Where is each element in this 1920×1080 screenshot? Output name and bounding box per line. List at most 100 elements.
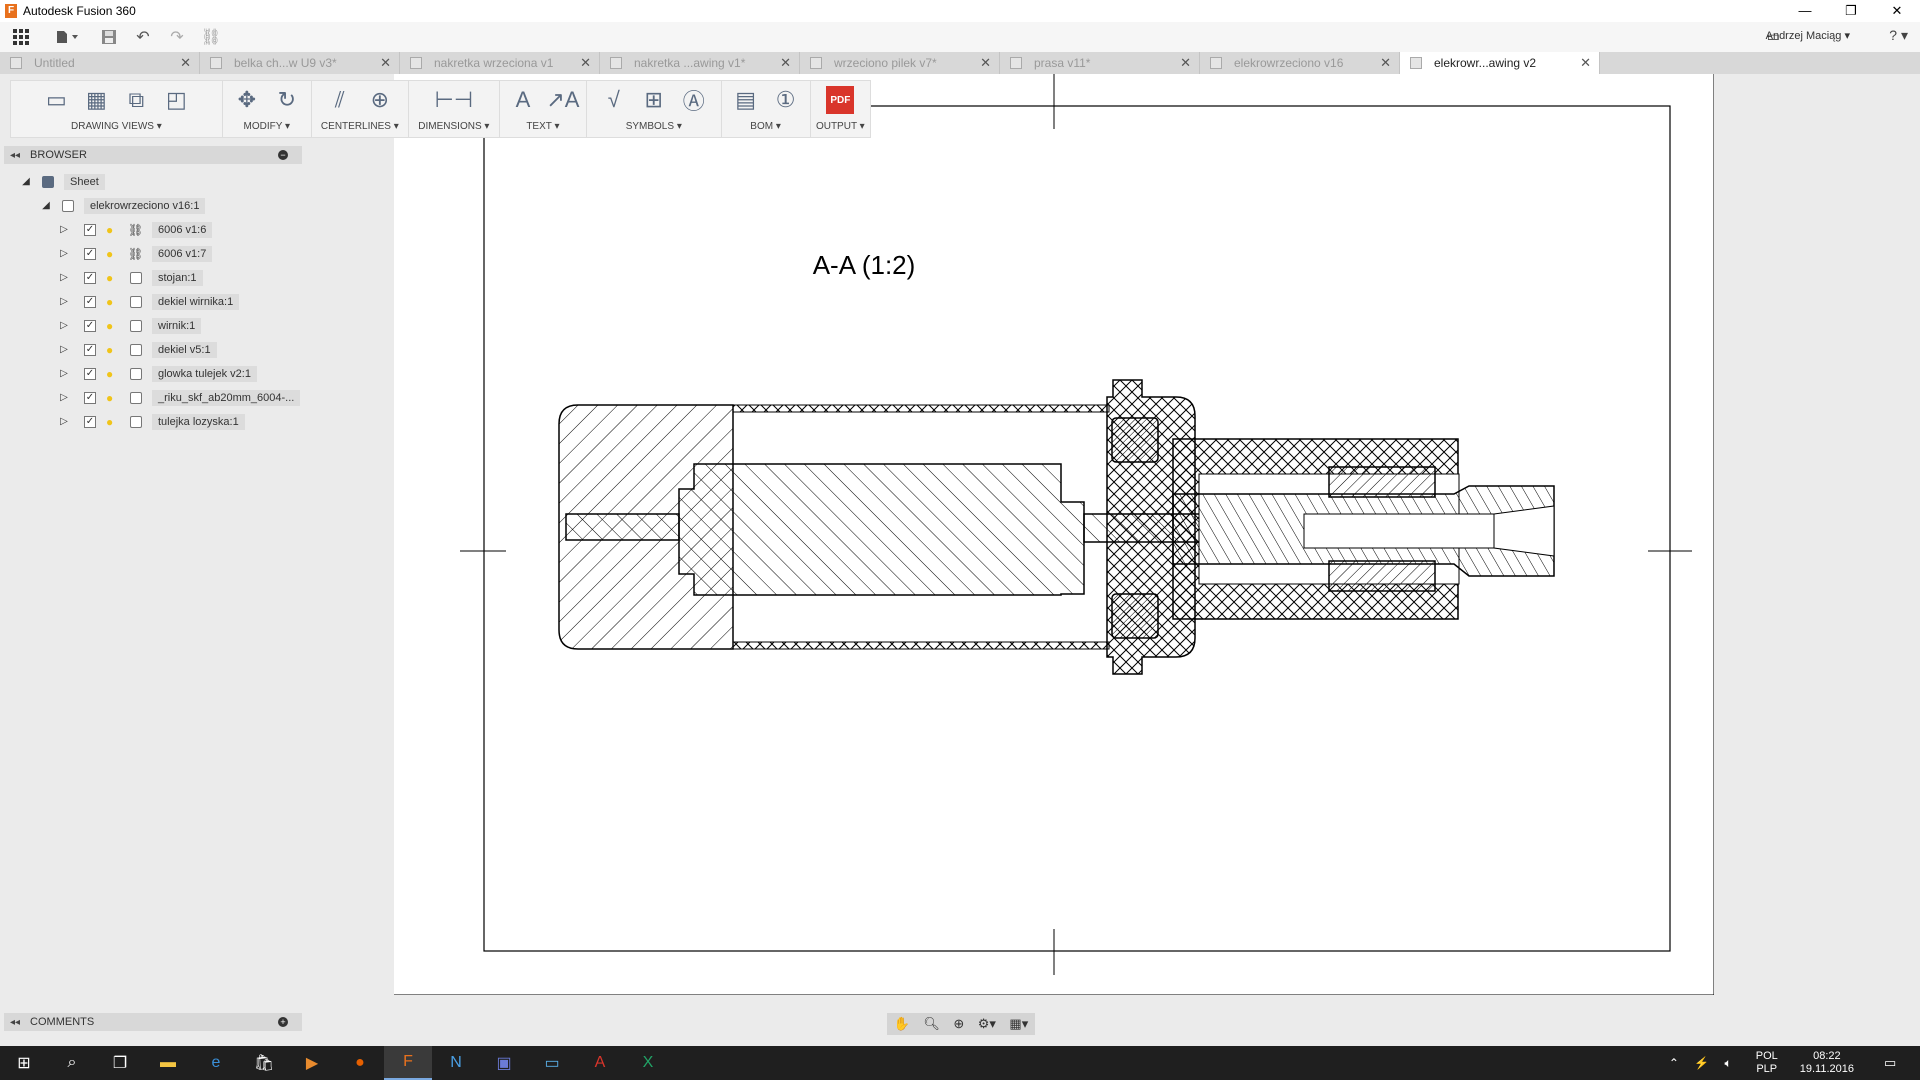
fusion-taskbar-icon[interactable]: F <box>384 1046 432 1080</box>
tray-icons[interactable]: ⌃ ⚡ 🔈︎ <box>1669 1056 1738 1071</box>
dimension-icon[interactable]: ⊢⊣ <box>434 83 474 117</box>
tree-item[interactable]: ▷ ✓ ● dekiel v5:1 <box>58 340 217 360</box>
start-icon[interactable]: ⊞ <box>0 1046 48 1080</box>
link-icon[interactable]: ⛓ <box>194 23 228 51</box>
restore-button[interactable]: ❐ <box>1828 0 1874 22</box>
close-icon[interactable]: ✕ <box>380 55 391 71</box>
lightbulb-icon[interactable]: ● <box>106 224 118 236</box>
sheet-settings-icon[interactable]: ▦▾ <box>1009 1016 1028 1032</box>
tree-item[interactable]: ▷ ✓ ● glowka tulejek v2:1 <box>58 364 257 384</box>
close-icon[interactable]: ✕ <box>1580 55 1591 71</box>
close-icon[interactable]: ✕ <box>980 55 991 71</box>
group-label[interactable]: TEXT ▾ <box>526 119 559 135</box>
tree-item[interactable]: ▷ ✓ ● tulejka lozyska:1 <box>58 412 245 432</box>
notification-icon[interactable]: ▭ <box>1884 1055 1908 1071</box>
datum-icon[interactable]: Ⓐ <box>674 83 714 117</box>
group-label[interactable]: CENTERLINES ▾ <box>321 119 399 135</box>
lightbulb-icon[interactable]: ● <box>106 416 118 428</box>
group-label[interactable]: OUTPUT ▾ <box>816 119 865 135</box>
group-label[interactable]: BOM ▾ <box>750 119 781 135</box>
tab-elekrowrzeciono[interactable]: elekrowrzeciono v16 ✕ <box>1200 52 1400 74</box>
close-button[interactable]: ✕ <box>1874 0 1920 22</box>
expand-triangle-icon[interactable]: ▷ <box>58 296 70 308</box>
leader-text-icon[interactable]: ↗A <box>543 83 583 117</box>
search-icon[interactable]: ⌕ <box>48 1046 96 1080</box>
move-icon[interactable]: ✥ <box>227 83 267 117</box>
display-settings-icon[interactable]: ⚙▾ <box>978 1016 996 1032</box>
close-icon[interactable]: ✕ <box>1180 55 1191 71</box>
tree-item[interactable]: ▷ ✓ ● _riku_skf_ab20mm_6004-... <box>58 388 301 408</box>
visibility-checkbox[interactable]: ✓ <box>84 224 96 236</box>
visibility-checkbox[interactable]: ✓ <box>84 248 96 260</box>
tree-sheet[interactable]: ◢ Sheet <box>20 172 105 192</box>
tree-item[interactable]: ▷ ✓ ● ⛓ 6006 v1:6 <box>58 220 213 240</box>
expanded-triangle-icon[interactable]: ◢ <box>20 176 32 188</box>
tree-item[interactable]: ▷ ✓ ● dekiel wirnika:1 <box>58 292 240 312</box>
help-menu[interactable]: ? ▾ <box>1889 27 1908 44</box>
group-label[interactable]: SYMBOLS ▾ <box>626 119 682 135</box>
minus-icon[interactable]: − <box>278 150 288 160</box>
surface-texture-icon[interactable]: √ <box>594 83 634 117</box>
collapse-icon[interactable]: ◂◂ <box>10 150 20 161</box>
feature-control-icon[interactable]: ⊞ <box>634 83 674 117</box>
add-comment-icon[interactable]: + <box>278 1017 288 1027</box>
base-view-icon[interactable]: ▭ <box>36 83 76 117</box>
expand-triangle-icon[interactable]: ▷ <box>58 416 70 428</box>
detail-view-icon[interactable]: ◰ <box>156 83 196 117</box>
close-icon[interactable]: ✕ <box>180 55 191 71</box>
save-icon[interactable] <box>92 23 126 51</box>
tab-nakretka-drawing[interactable]: nakretka ...awing v1* ✕ <box>600 52 800 74</box>
expand-triangle-icon[interactable]: ▷ <box>58 344 70 356</box>
user-menu[interactable]: Andrzej Maciąg ▾ <box>1766 29 1850 42</box>
table-icon[interactable]: ▤ <box>726 83 766 117</box>
centerline-icon[interactable]: ⫽ <box>320 83 360 117</box>
media-player-icon[interactable]: ▶ <box>288 1046 336 1080</box>
section-view-icon[interactable]: ⧉ <box>116 83 156 117</box>
visibility-checkbox[interactable]: ✓ <box>84 416 96 428</box>
expand-triangle-icon[interactable]: ▷ <box>58 392 70 404</box>
tab-prasa[interactable]: prasa v11* ✕ <box>1000 52 1200 74</box>
lightbulb-icon[interactable]: ● <box>106 248 118 260</box>
comments-panel[interactable]: ◂◂ COMMENTS + <box>4 1013 302 1031</box>
tree-item[interactable]: ▷ ✓ ● stojan:1 <box>58 268 203 288</box>
remote-desktop-icon[interactable]: ▭ <box>528 1046 576 1080</box>
lightbulb-icon[interactable]: ● <box>106 272 118 284</box>
tree-root-component[interactable]: ◢ elekrowrzeciono v16:1 <box>40 196 206 216</box>
expand-triangle-icon[interactable]: ▷ <box>58 368 70 380</box>
data-panel-grid-icon[interactable] <box>4 23 38 51</box>
tab-wrzeciono[interactable]: wrzeciono pilek v7* ✕ <box>800 52 1000 74</box>
expand-triangle-icon[interactable]: ▷ <box>58 224 70 236</box>
close-icon[interactable]: ✕ <box>580 55 591 71</box>
group-label[interactable]: MODIFY ▾ <box>244 119 291 135</box>
expanded-triangle-icon[interactable]: ◢ <box>40 200 52 212</box>
lightbulb-icon[interactable]: ● <box>106 392 118 404</box>
projected-view-icon[interactable]: ▦ <box>76 83 116 117</box>
acrobat-icon[interactable]: A <box>576 1046 624 1080</box>
save-app-icon[interactable]: ▣ <box>480 1046 528 1080</box>
task-view-icon[interactable]: ❐ <box>96 1046 144 1080</box>
redo-icon[interactable]: ↷ <box>160 23 194 51</box>
undo-icon[interactable]: ↶ <box>126 23 160 51</box>
edge-icon[interactable]: e <box>192 1046 240 1080</box>
close-icon[interactable]: ✕ <box>780 55 791 71</box>
collapse-icon[interactable]: ◂◂ <box>10 1017 20 1028</box>
tab-belka[interactable]: belka ch...w U9 v3* ✕ <box>200 52 400 74</box>
text-icon[interactable]: A <box>503 83 543 117</box>
file-explorer-icon[interactable]: ▬ <box>144 1046 192 1080</box>
tab-elekrowrzeciono-drawing[interactable]: elekrowr...awing v2 ✕ <box>1400 52 1600 74</box>
firefox-icon[interactable]: ● <box>336 1046 384 1080</box>
lightbulb-icon[interactable]: ● <box>106 296 118 308</box>
lightbulb-icon[interactable]: ● <box>106 368 118 380</box>
visibility-checkbox[interactable]: ✓ <box>84 272 96 284</box>
excel-icon[interactable]: X <box>624 1046 672 1080</box>
tree-item[interactable]: ▷ ✓ ● wirnik:1 <box>58 316 202 336</box>
visibility-checkbox[interactable]: ✓ <box>84 392 96 404</box>
tab-untitled[interactable]: Untitled ✕ <box>0 52 200 74</box>
visibility-checkbox[interactable]: ✓ <box>84 296 96 308</box>
zoom-icon[interactable]: 🔍︎ <box>923 1016 940 1032</box>
visibility-checkbox[interactable]: ✓ <box>84 320 96 332</box>
zoom-window-icon[interactable]: ⊕ <box>953 1016 964 1032</box>
expand-triangle-icon[interactable]: ▷ <box>58 272 70 284</box>
group-label[interactable]: DRAWING VIEWS ▾ <box>71 119 162 135</box>
lightbulb-icon[interactable]: ● <box>106 320 118 332</box>
